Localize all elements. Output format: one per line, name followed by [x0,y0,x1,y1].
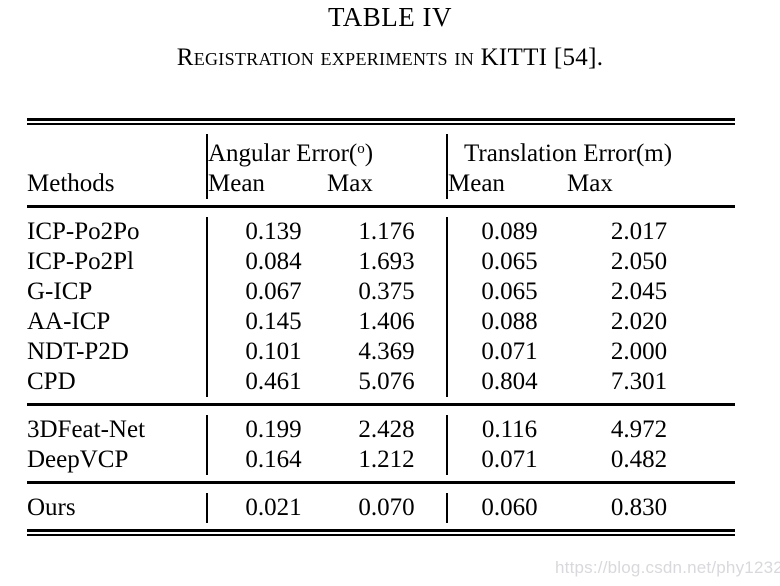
cell-angular-mean: 0.084 [206,247,327,277]
header-translation-max: Max [567,170,613,197]
cell-translation-max: 2.045 [610,278,668,305]
cell-angular-max: 0.375 [358,278,415,305]
cell-translation-max: 2.000 [610,338,668,365]
caption-text: Registration experiments in [176,44,481,71]
cell-angular-mean: 0.139 [206,217,327,247]
cell-translation-mean: 0.804 [446,367,567,397]
cell-translation-mean: 0.089 [446,217,567,247]
row-method-name: NDT-P2D [27,338,129,365]
cell-angular-mean: 0.021 [206,493,327,523]
cell-translation-max: 0.830 [610,494,668,521]
table-number: TABLE IV [327,2,453,32]
table-row: NDT-P2D 0.101 4.369 0.071 2.000 [27,337,735,367]
watermark: https://blog.csdn.net/phy12321 [555,558,780,577]
table-row: ICP-Po2Pl 0.084 1.693 0.065 2.050 [27,247,735,277]
table-top-rule [27,118,735,125]
header-angular-mean: Mean [206,169,327,199]
cell-translation-max: 7.301 [610,368,668,395]
table-section-ours: Ours 0.021 0.070 0.060 0.830 [27,484,735,529]
cell-translation-max: 2.017 [610,218,668,245]
cell-translation-mean: 0.071 [446,445,567,475]
cell-translation-mean: 0.088 [446,307,567,337]
table-bottom-rule [27,529,735,536]
header-group-translation: Translation Error(m) [446,134,735,169]
cell-angular-mean: 0.199 [206,415,327,445]
row-method-name: CPD [27,368,76,395]
table-row: DeepVCP 0.164 1.212 0.071 0.482 [27,445,735,475]
results-table: Angular Error(o) Translation Error(m) Me… [27,118,735,536]
degree-icon: o [357,141,365,157]
cell-translation-mean: 0.116 [446,415,567,445]
table-section-learning: 3DFeat-Net 0.199 2.428 0.116 4.972 DeepVCP 0.1… [27,406,735,481]
header-angular-max: Max [327,170,373,197]
cell-angular-mean: 0.145 [206,307,327,337]
table-row: G-ICP 0.067 0.375 0.065 2.045 [27,277,735,307]
cell-translation-max: 4.972 [610,416,668,443]
cell-angular-max: 1.212 [358,446,415,473]
cell-translation-mean: 0.060 [446,493,567,523]
table-row: AA-ICP 0.145 1.406 0.088 2.020 [27,307,735,337]
header-group-row: Angular Error(o) Translation Error(m) [27,134,735,169]
row-method-name: 3DFeat-Net [27,416,146,443]
cell-translation-max: 2.020 [610,308,668,335]
cell-angular-max: 1.406 [358,308,415,335]
header-sub-row: Methods Mean Max Mean Max [27,169,735,199]
table-row: Ours 0.021 0.070 0.060 0.830 [27,493,735,523]
row-method-name: DeepVCP [27,446,129,473]
table-row: 3DFeat-Net 0.199 2.428 0.116 4.972 [27,415,735,445]
header-methods-spacer [27,134,207,169]
row-method-name: ICP-Po2Pl [27,248,134,275]
row-method-name: G-ICP [27,278,93,305]
cell-translation-mean: 0.071 [446,337,567,367]
cell-translation-mean: 0.065 [446,247,567,277]
row-method-name: Ours [27,494,76,521]
table-caption: Registration experiments in KITTI [54]. [0,44,780,72]
row-method-name: ICP-Po2Po [27,218,140,245]
cell-angular-max: 0.070 [358,494,415,521]
cell-translation-mean: 0.065 [446,277,567,307]
cell-angular-mean: 0.067 [206,277,327,307]
cell-translation-max: 0.482 [610,446,668,473]
cell-angular-max: 2.428 [358,416,415,443]
cell-angular-max: 4.369 [358,338,415,365]
cell-angular-mean: 0.461 [206,367,327,397]
cell-angular-max: 1.176 [358,218,415,245]
cell-translation-max: 2.050 [610,248,668,275]
header-methods: Methods [27,170,115,197]
table-header-block: Angular Error(o) Translation Error(m) Me… [27,125,735,205]
cell-angular-max: 1.693 [358,248,415,275]
header-group-angular: Angular Error(o) [206,134,447,169]
cell-angular-mean: 0.101 [206,337,327,367]
cell-angular-max: 5.076 [358,368,415,395]
cell-angular-mean: 0.164 [206,445,327,475]
table-row: CPD 0.461 5.076 0.804 7.301 [27,367,735,397]
caption-dataset-ref: KITTI [54]. [480,44,604,71]
row-method-name: AA-ICP [27,308,111,335]
table-row: ICP-Po2Po 0.139 1.176 0.089 2.017 [27,217,735,247]
table-section-classical: ICP-Po2Po 0.139 1.176 0.089 2.017 ICP-Po2Pl 0.… [27,208,735,403]
header-translation-mean: Mean [446,169,567,199]
